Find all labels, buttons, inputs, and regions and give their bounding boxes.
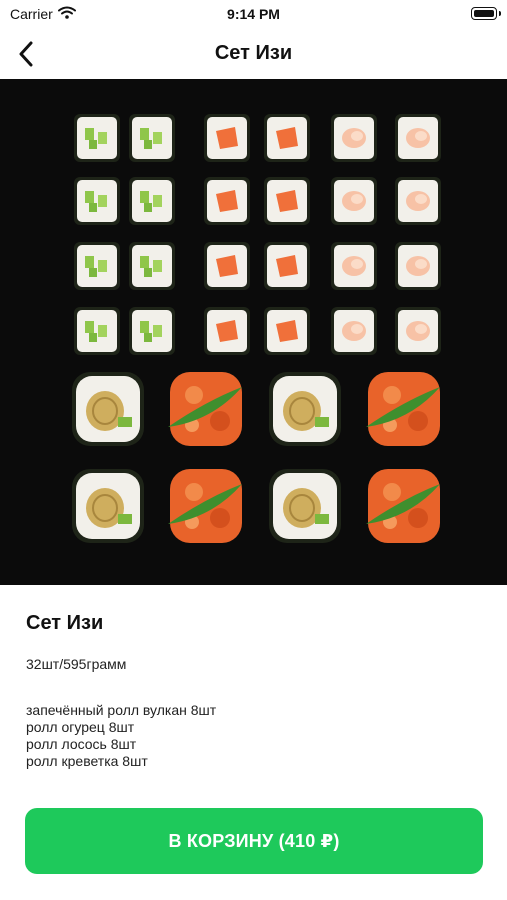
product-title: Сет Изи <box>26 612 104 634</box>
add-to-cart-button[interactable]: В КОРЗИНУ (410 ₽) <box>25 808 483 874</box>
composition-item: ролл креветка 8шт <box>26 753 148 769</box>
battery-icon <box>471 7 497 20</box>
composition-item: запечённый ролл вулкан 8шт <box>26 702 217 718</box>
composition-item: ролл лосось 8шт <box>26 736 137 752</box>
composition-list: запечённый ролл вулкан 8шт ролл огурец 8… <box>26 702 216 770</box>
composition-item: ролл огурец 8шт <box>26 719 135 735</box>
status-bar: Carrier 9:14 PM <box>0 0 507 30</box>
product-image <box>0 79 507 585</box>
nav-bar: Сет Изи <box>0 30 507 78</box>
nav-title: Сет Изи <box>214 42 293 64</box>
status-time: 9:14 PM <box>227 6 280 22</box>
product-weight: 32шт/595грамм <box>26 656 127 672</box>
